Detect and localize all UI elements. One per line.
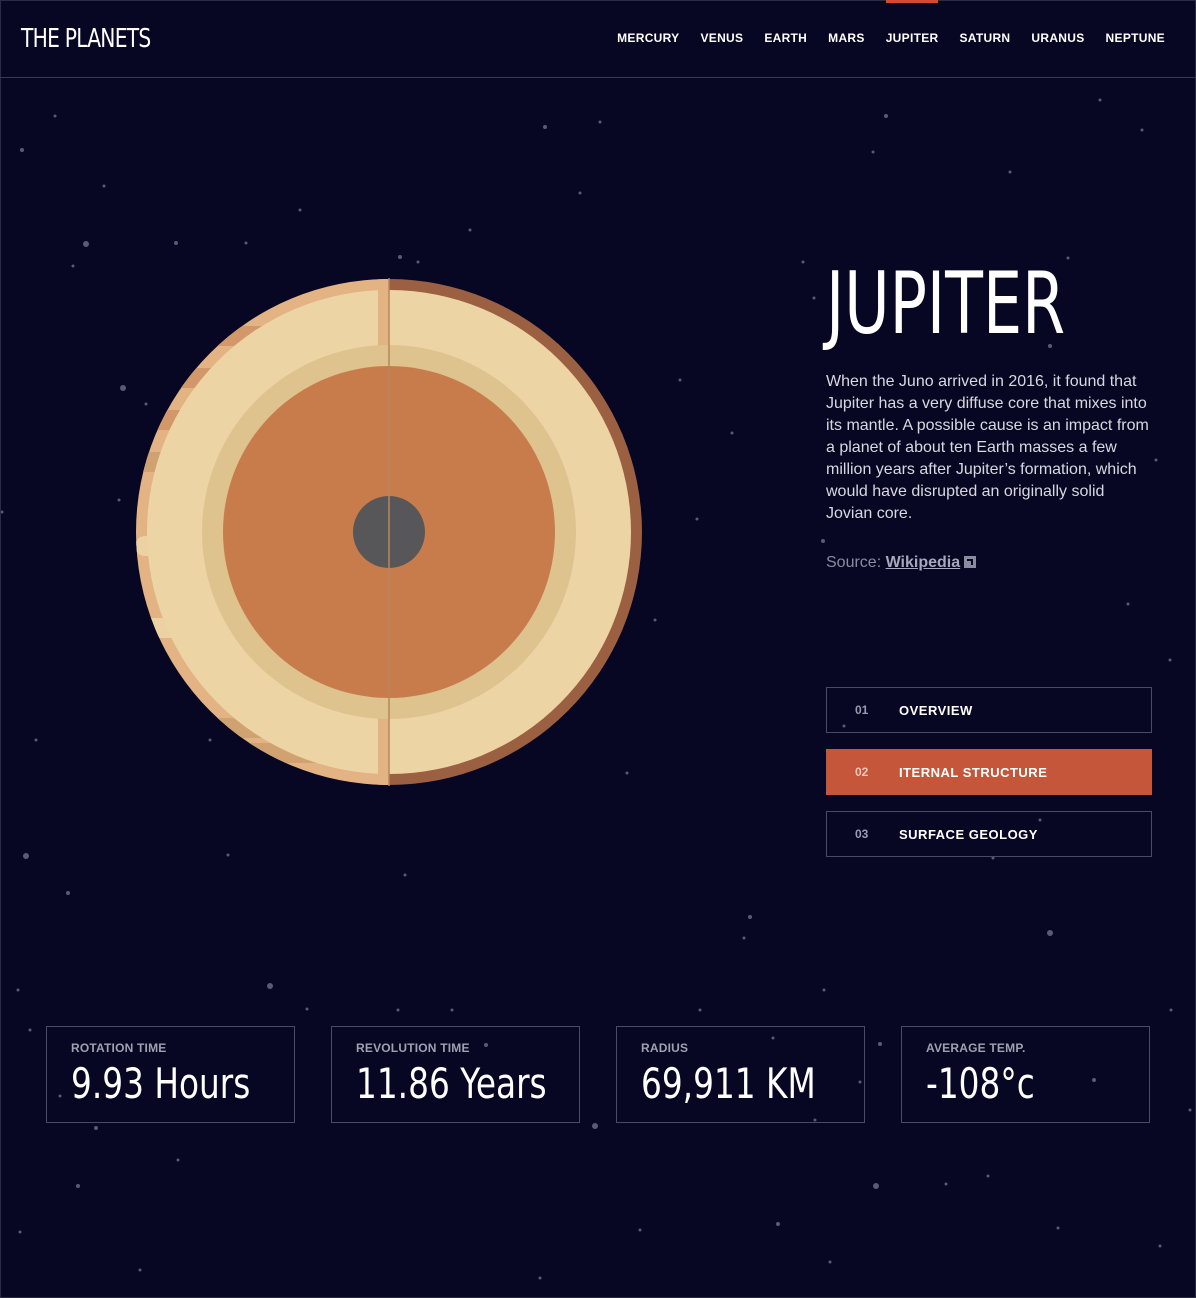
tab-label: ITERNAL STRUCTURE	[899, 764, 1048, 780]
stat-value: 11.86 Years	[356, 1059, 547, 1108]
tab-internal-structure[interactable]: 02 ITERNAL STRUCTURE	[826, 749, 1152, 795]
tab-overview[interactable]: 01 OVERVIEW	[826, 687, 1152, 733]
tab-number: 01	[855, 703, 869, 717]
wikipedia-link[interactable]: Wikipedia	[886, 554, 961, 571]
stat-value: -108°c	[926, 1059, 1035, 1108]
planet-description: When the Juno arrived in 2016, it found …	[826, 373, 1149, 522]
source-line: Source: Wikipedia	[826, 554, 977, 572]
planet-name: JUPITER	[826, 254, 1066, 354]
stat-label: RADIUS	[641, 1041, 689, 1055]
planet-nav: MERCURY VENUS EARTH MARS JUPITER SATURN …	[596, 0, 1165, 78]
tab-surface-geology[interactable]: 03 SURFACE GEOLOGY	[826, 811, 1152, 857]
stat-label: REVOLUTION TIME	[356, 1041, 470, 1055]
tab-number: 03	[855, 827, 869, 841]
nav-item-earth[interactable]: EARTH	[764, 0, 807, 78]
nav-item-uranus[interactable]: URANUS	[1031, 0, 1084, 78]
planet-illustration	[135, 278, 643, 786]
site-logo[interactable]: THE PLANETS	[21, 24, 151, 54]
stat-label: AVERAGE TEMP.	[926, 1041, 1026, 1055]
external-link-icon[interactable]	[964, 556, 977, 568]
source-label: Source:	[826, 554, 882, 571]
stat-label: ROTATION TIME	[71, 1041, 167, 1055]
nav-item-saturn[interactable]: SATURN	[959, 0, 1010, 78]
tab-label: SURFACE GEOLOGY	[899, 826, 1038, 842]
stat-value: 69,911 KM	[641, 1059, 816, 1108]
nav-item-venus[interactable]: VENUS	[700, 0, 743, 78]
stat-average-temp: AVERAGE TEMP. -108°c	[901, 1026, 1150, 1123]
tab-label: OVERVIEW	[899, 702, 973, 718]
tab-number: 02	[855, 765, 869, 779]
planet-stats: ROTATION TIME 9.93 Hours REVOLUTION TIME…	[46, 1026, 1186, 1123]
stat-rotation-time: ROTATION TIME 9.93 Hours	[46, 1026, 295, 1123]
stat-revolution-time: REVOLUTION TIME 11.86 Years	[331, 1026, 580, 1123]
nav-item-mars[interactable]: MARS	[828, 0, 865, 78]
top-bar: THE PLANETS MERCURY VENUS EARTH MARS JUP…	[0, 0, 1196, 78]
nav-item-neptune[interactable]: NEPTUNE	[1106, 0, 1165, 78]
nav-item-jupiter[interactable]: JUPITER	[885, 0, 939, 78]
stat-radius: RADIUS 69,911 KM	[616, 1026, 865, 1123]
stat-value: 9.93 Hours	[71, 1059, 251, 1108]
view-tabs: 01 OVERVIEW 02 ITERNAL STRUCTURE 03 SURF…	[826, 687, 1152, 873]
jupiter-internal-structure-icon	[136, 278, 642, 786]
nav-item-mercury[interactable]: MERCURY	[617, 0, 679, 78]
